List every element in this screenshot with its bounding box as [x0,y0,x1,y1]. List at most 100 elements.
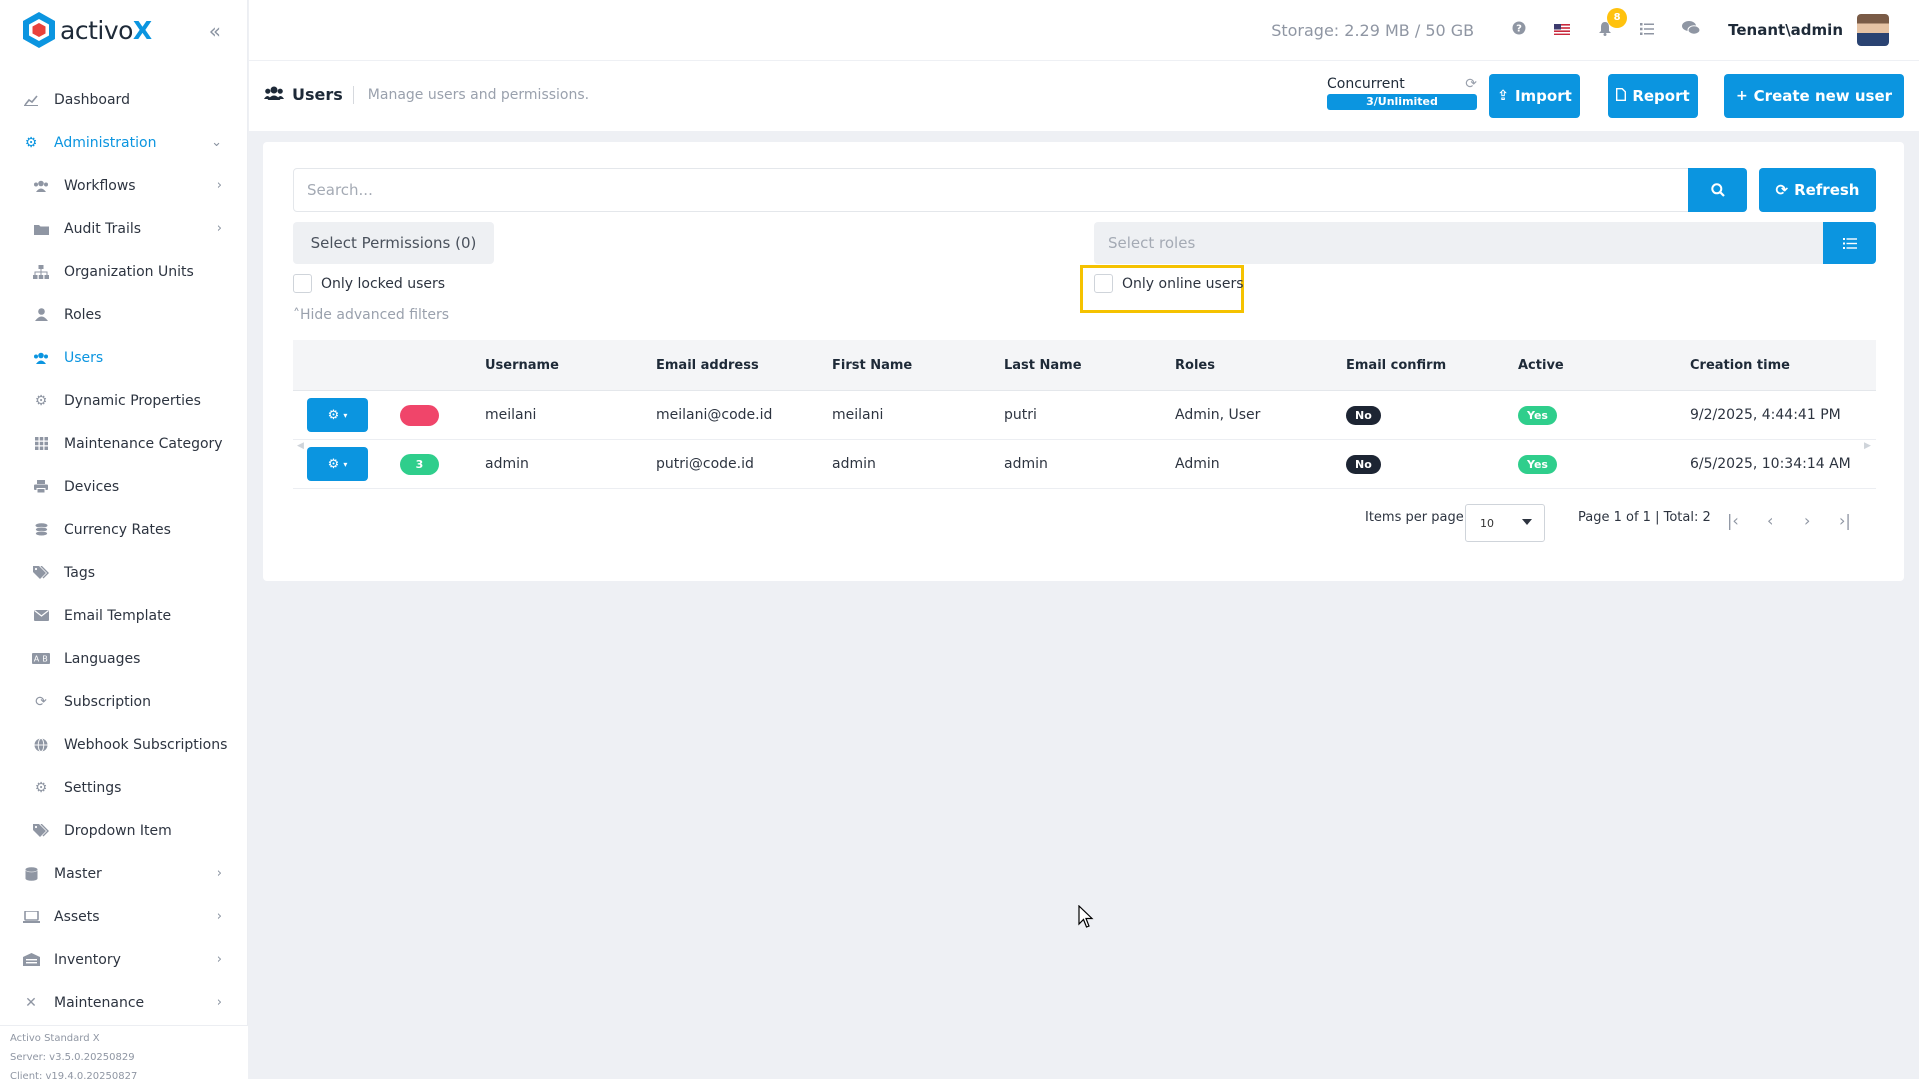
cell-roles: Admin, User [1175,407,1261,423]
sidebar-item-users[interactable]: Users [0,336,248,379]
col-email[interactable]: Email address [656,358,759,373]
search-input[interactable] [293,168,1689,212]
sitemap-icon [32,263,50,281]
prev-page-icon[interactable]: ‹ [1767,511,1773,530]
roles-select[interactable]: Select roles [1094,222,1824,264]
only-online-users-checkbox[interactable]: Only online users [1094,274,1244,293]
last-page-icon[interactable]: ›| [1839,511,1851,530]
tags-icon [32,564,50,582]
sidebar-item-administration[interactable]: ⚙ Administration ⌄ [0,121,248,164]
items-per-page-label: Items per page [1365,510,1464,525]
sidebar-item-dropdown-item[interactable]: Dropdown Item [0,809,248,852]
checkbox-box[interactable] [293,274,312,293]
sidebar-item-dashboard[interactable]: Dashboard [0,78,248,121]
sidebar-item-webhook-subscriptions[interactable]: Webhook Subscriptions [0,723,248,766]
sidebar-item-tags[interactable]: Tags [0,551,248,594]
bell-icon[interactable]: 8 [1598,7,1628,40]
gear-icon: ⚙ [327,456,340,472]
sidebar-item-dynamic-properties[interactable]: ⚙ Dynamic Properties [0,379,248,422]
users-card: ⟳ Refresh Select Permissions (0) Select … [263,142,1904,581]
roles-filter-button[interactable] [1823,222,1876,264]
row-actions-button[interactable]: ⚙ ▾ [307,398,368,432]
select-permissions-button[interactable]: Select Permissions (0) [293,222,494,264]
email-confirm-badge: No [1346,405,1381,425]
database-icon [22,865,40,883]
col-email-confirm[interactable]: Email confirm [1346,358,1446,373]
refresh-button[interactable]: ⟳ Refresh [1759,168,1876,212]
col-first-name[interactable]: First Name [832,358,912,373]
col-username[interactable]: Username [485,358,559,373]
sidebar-item-roles[interactable]: Roles [0,293,248,336]
create-label: Create new user [1753,87,1893,105]
status-pill: 3 [400,453,439,475]
avatar[interactable] [1857,14,1889,46]
sidebar-item-currency-rates[interactable]: Currency Rates [0,508,248,551]
title-divider [352,85,354,104]
cogs-icon: ⚙ [24,134,38,151]
page-description: Manage users and permissions. [367,86,590,103]
items-per-page-value: 10 [1480,516,1494,530]
sidebar-item-maintenance[interactable]: ✕ Maintenance › [0,981,248,1024]
us-flag-icon[interactable] [1554,21,1571,39]
email-confirm-badge: No [1346,454,1381,474]
row-actions-button[interactable]: ⚙ ▾ [307,447,368,481]
sidebar-item-subscription[interactable]: ⟳ Subscription [0,680,248,723]
sidebar-item-assets[interactable]: Assets › [0,895,248,938]
envelope-icon [32,607,50,625]
sidebar-item-audit-trails[interactable]: Audit Trails › [0,207,248,250]
active-badge: Yes [1518,405,1557,425]
only-locked-users-checkbox[interactable]: Only locked users [293,274,445,293]
mouse-cursor-icon [1078,905,1094,928]
import-button[interactable]: ⇪ Import [1489,74,1580,118]
concurrent-value: 3/Unlimited [1327,94,1477,110]
sidebar-item-devices[interactable]: Devices [0,465,248,508]
sidebar-item-inventory[interactable]: Inventory › [0,938,248,981]
sidebar-item-label: Dynamic Properties [64,392,201,409]
collapse-sidebar-icon[interactable]: « [209,19,221,43]
col-last-name[interactable]: Last Name [1004,358,1082,373]
sidebar-item-settings[interactable]: ⚙ Settings [0,766,248,809]
chevron-right-icon: › [216,995,222,1010]
search-icon [1710,183,1725,197]
checkbox-box[interactable] [1094,274,1113,293]
globe-icon [32,736,50,754]
task-list-icon[interactable] [1640,21,1655,39]
scroll-left-icon[interactable]: ◀ [297,441,304,451]
table-row: ⚙ ▾ meilani meilani@code.id meilani putri… [293,391,1876,440]
tenant-user-name[interactable]: Tenant\admin [1728,21,1843,39]
page-title-text: Users [292,85,343,104]
report-button[interactable]: Report [1608,74,1698,118]
plus-icon: + [1735,88,1748,104]
print-icon [32,478,50,496]
sidebar-item-workflows[interactable]: Workflows › [0,164,248,207]
cell-roles: Admin [1175,456,1220,472]
sidebar-item-master[interactable]: Master › [0,852,248,895]
items-per-page-select[interactable]: 10 [1465,504,1545,542]
refresh-concurrent-icon[interactable]: ⟳ [1465,76,1477,92]
col-creation-time[interactable]: Creation time [1690,358,1790,373]
first-page-icon[interactable]: |‹ [1727,511,1739,530]
grid-icon [32,435,50,453]
create-new-user-button[interactable]: + Create new user [1724,74,1904,118]
table-header: Username Email address First Name Last N… [293,340,1876,391]
cell-active: Yes [1518,454,1557,474]
search-button[interactable] [1688,168,1747,212]
sidebar-item-email-template[interactable]: Email Template [0,594,248,637]
report-label: Report [1632,87,1690,105]
sidebar-item-maintenance-category[interactable]: Maintenance Category [0,422,248,465]
hide-advanced-filters-link[interactable]: ˄Hide advanced filters [293,307,449,323]
brand[interactable]: activoX « [0,0,247,60]
sidebar-item-organization-units[interactable]: Organization Units [0,250,248,293]
notification-count-badge: 8 [1607,7,1628,28]
topbar: Storage: 2.29 MB / 50 GB ? 8 Tenant\admi… [249,0,1919,60]
col-roles[interactable]: Roles [1175,358,1215,373]
concurrent-users-widget: Concurrent ⟳ 3/Unlimited [1327,76,1477,110]
chat-icon[interactable] [1682,21,1701,39]
help-icon[interactable]: ? [1512,21,1526,39]
next-page-icon[interactable]: › [1804,511,1810,530]
sidebar-item-languages[interactable]: AB Languages [0,637,248,680]
file-icon [1616,87,1627,105]
sidebar-item-label: Settings [64,779,122,796]
scroll-right-icon[interactable]: ▶ [1864,441,1871,451]
col-active[interactable]: Active [1518,358,1564,373]
